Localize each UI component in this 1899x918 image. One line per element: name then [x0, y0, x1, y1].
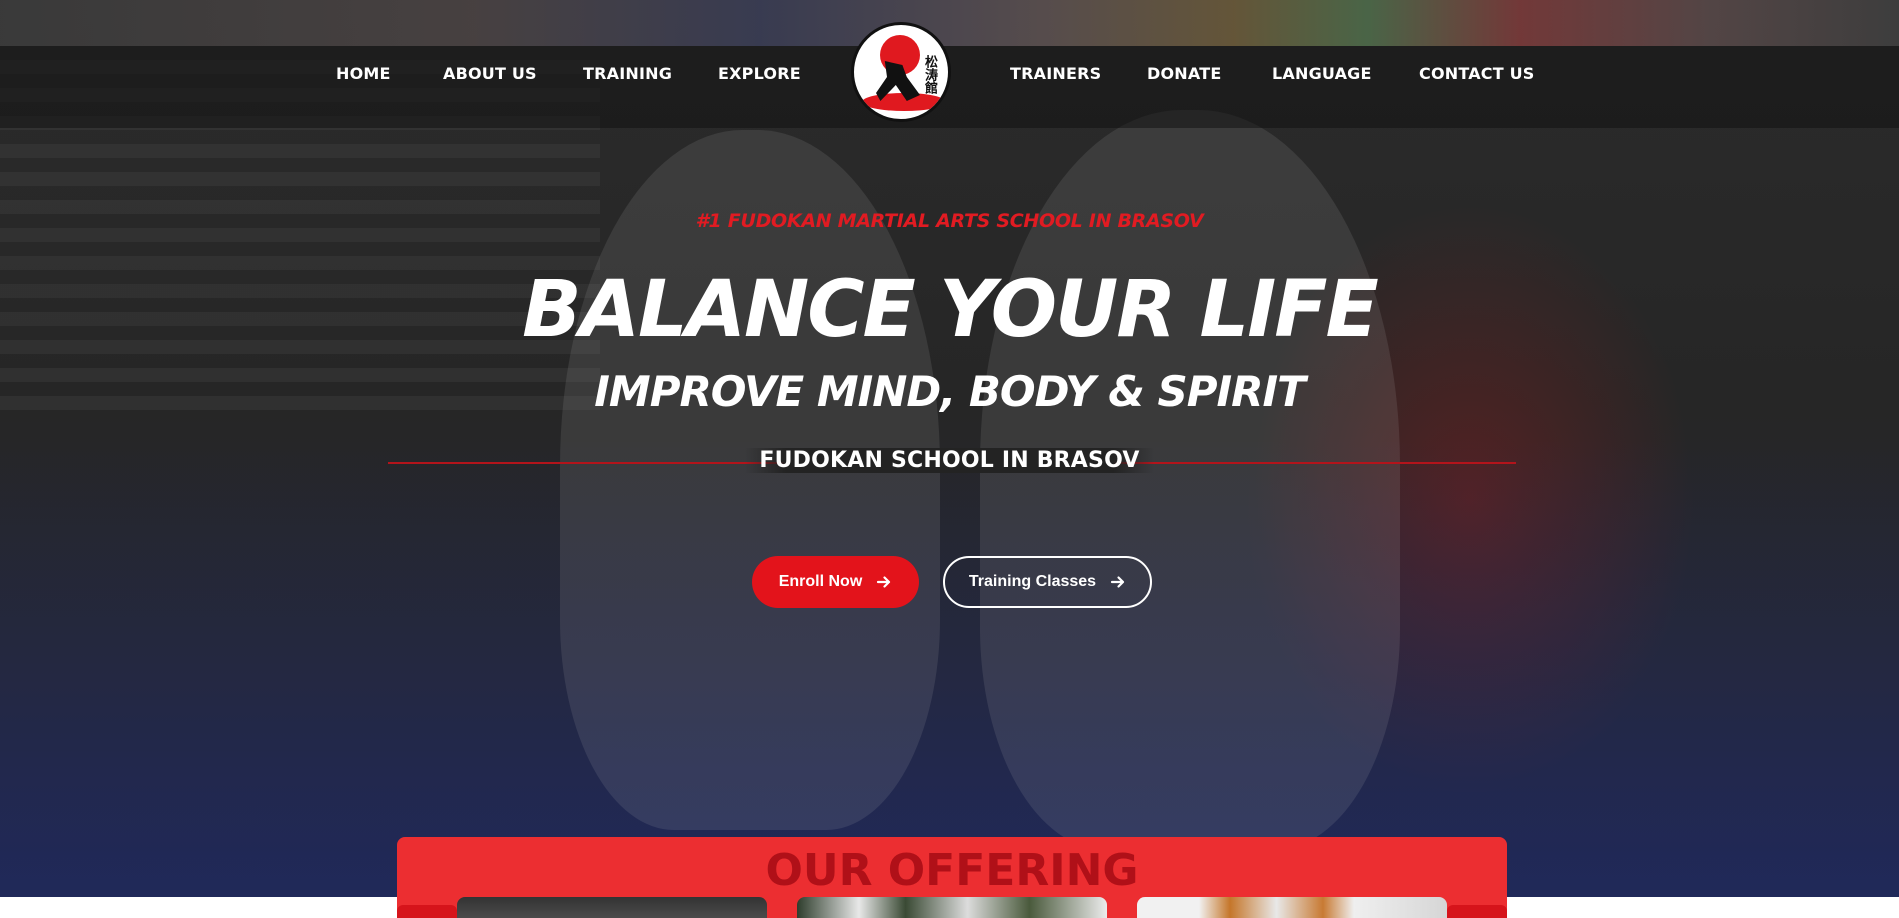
main-navigation [0, 46, 1899, 128]
nav-about-us[interactable]: ABOUT US [443, 64, 537, 83]
offering-tab-right [1447, 905, 1507, 918]
top-banner-strip [0, 0, 1899, 46]
arrow-right-icon [1110, 576, 1125, 588]
enroll-now-label: Enroll Now [778, 573, 863, 590]
hero-headline: BALANCE YOUR LIFE [522, 265, 1379, 355]
nav-trainers[interactable]: TRAINERS [1010, 64, 1101, 83]
background-mat [0, 440, 1899, 897]
nav-contact-us[interactable]: CONTACT US [1419, 64, 1535, 83]
training-classes-button[interactable]: Training Classes [943, 556, 1152, 608]
offering-card-2[interactable] [797, 897, 1107, 918]
hero-tagline: FUDOKAN SCHOOL IN BRASOV [745, 448, 1154, 473]
hero-tagline-wrap: FUDOKAN SCHOOL IN BRASOV [0, 448, 1899, 473]
karateka-left-figure [560, 130, 940, 830]
hero-subheadline: IMPROVE MIND, BODY & SPIRIT [594, 367, 1305, 416]
offering-title: OUR OFFERING [765, 845, 1139, 896]
fudokan-logo[interactable]: 松涛館 [851, 22, 951, 122]
offering-tab-left [397, 905, 457, 918]
nav-language[interactable]: LANGUAGE [1272, 64, 1372, 83]
nav-home[interactable]: HOME [336, 64, 391, 83]
offering-card-1[interactable] [457, 897, 767, 918]
logo-kanji: 松涛館 [922, 55, 937, 94]
offering-card-3[interactable] [1137, 897, 1447, 918]
training-classes-label: Training Classes [968, 573, 1097, 590]
enroll-now-button[interactable]: Enroll Now [752, 556, 919, 608]
arrow-right-icon [877, 576, 891, 588]
nav-training[interactable]: TRAINING [583, 64, 672, 83]
nav-explore[interactable]: EXPLORE [718, 64, 801, 83]
hero-kicker: #1 FUDOKAN MARTIAL ARTS SCHOOL IN BRASOV [695, 210, 1204, 232]
nav-donate[interactable]: DONATE [1147, 64, 1221, 83]
